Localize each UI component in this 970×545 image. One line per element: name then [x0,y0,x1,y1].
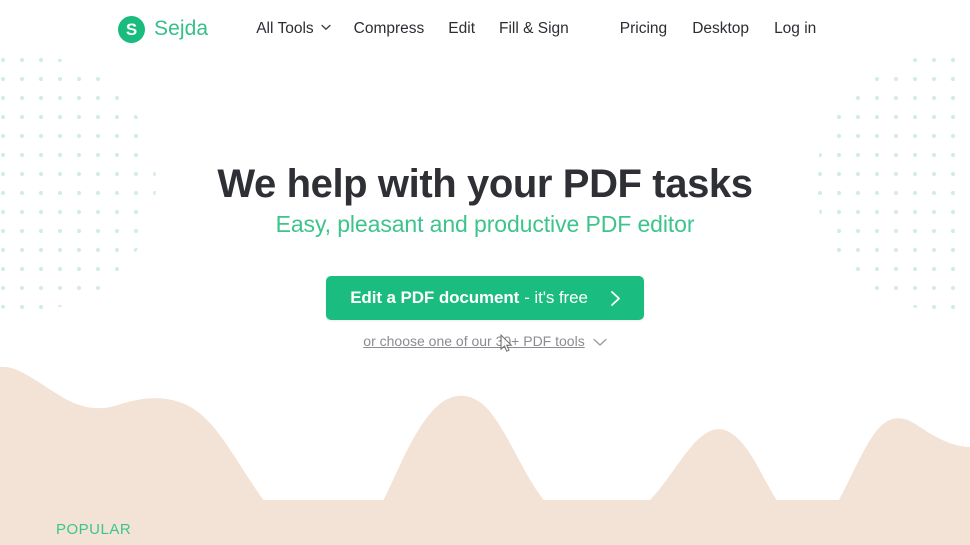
nav-item-edit[interactable]: Edit [448,20,475,38]
nav-item-compress-label: Compress [353,20,425,37]
nav-item-log-in[interactable]: Log in [774,20,816,38]
nav-item-compress[interactable]: Compress [354,20,425,38]
sejda-logo-icon: S [118,15,145,43]
page-root: S Sejda All Tools Compress Edit Fill & S… [0,0,970,545]
chevron-down-icon [593,338,607,347]
nav-item-pricing[interactable]: Pricing [620,20,667,38]
nav-item-fill-and-sign-label: Fill & Sign [499,20,569,37]
nav-item-log-in-label: Log in [774,20,817,37]
nav-item-desktop-label: Desktop [692,20,750,37]
nav-item-desktop[interactable]: Desktop [692,20,749,38]
nav-item-all-tools[interactable]: All Tools [256,20,331,38]
site-header: S Sejda All Tools Compress Edit Fill & S… [0,0,970,58]
edit-pdf-button-sublabel: - it's free [524,288,588,307]
edit-pdf-button[interactable]: Edit a PDF document - it's free [326,276,644,320]
nav-item-edit-label: Edit [448,20,476,37]
cta-container: Edit a PDF document - it's free [0,276,970,320]
nav-item-pricing-label: Pricing [619,20,668,37]
choose-tools-link[interactable]: or choose one of our 30+ PDF tools [0,333,970,349]
wave-decoration [0,366,970,545]
hero-subtitle: Easy, pleasant and productive PDF editor [275,211,695,237]
secondary-nav: Pricing Desktop Log in [620,20,817,38]
section-label-popular: POPULAR [56,521,132,538]
chevron-down-icon [321,24,331,33]
brand-name: Sejda [154,17,209,40]
edit-pdf-button-label: Edit a PDF document [350,288,520,307]
primary-nav: All Tools Compress Edit Fill & Sign [256,20,569,38]
nav-item-fill-and-sign[interactable]: Fill & Sign [499,20,569,38]
choose-tools-label: or choose one of our 30+ PDF tools [363,333,585,349]
brand-logo[interactable]: S Sejda [118,15,209,43]
nav-item-all-tools-label: All Tools [256,20,314,37]
chevron-right-icon [610,290,622,307]
page-title: We help with your PDF tasks [217,162,753,206]
